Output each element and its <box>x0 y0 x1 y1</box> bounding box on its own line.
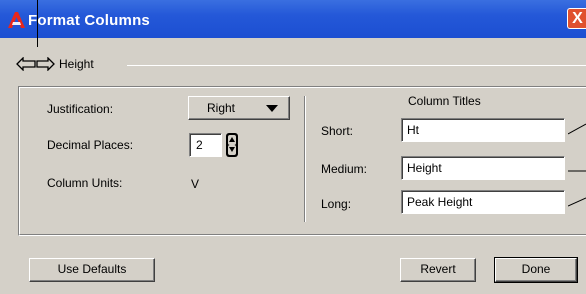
spin-up-icon[interactable] <box>228 135 236 145</box>
short-title-label: Short: <box>321 124 354 138</box>
close-button[interactable]: X <box>567 8 586 29</box>
title-connector-lines <box>568 123 586 207</box>
revert-button[interactable]: Revert <box>400 258 476 282</box>
use-defaults-button[interactable]: Use Defaults <box>29 258 155 282</box>
medium-title-label: Medium: <box>321 162 368 176</box>
done-button[interactable]: Done <box>494 257 578 283</box>
autocad-logo-icon <box>8 12 25 28</box>
header-divider <box>127 65 586 66</box>
dropdown-arrow-icon[interactable] <box>266 105 278 112</box>
justification-value: Right <box>207 101 236 115</box>
justification-label: Justification: <box>47 102 114 116</box>
column-units-label: Column Units: <box>47 176 123 190</box>
decimal-places-input[interactable]: 2 <box>189 133 222 157</box>
decimal-places-label: Decimal Places: <box>47 138 134 152</box>
spin-down-icon[interactable] <box>228 145 236 155</box>
column-titles-heading: Column Titles <box>408 94 481 108</box>
column-units-value: V <box>191 177 200 191</box>
column-name: Height <box>59 57 94 71</box>
medium-title-input[interactable]: Height <box>401 156 565 180</box>
panel-divider <box>304 96 306 222</box>
short-title-input[interactable]: Ht <box>401 118 565 142</box>
column-nav-arrows-icon[interactable] <box>16 57 56 71</box>
window-title: Format Columns <box>28 12 150 29</box>
long-title-input[interactable]: Peak Height <box>401 190 565 214</box>
decimal-places-spinner[interactable] <box>226 133 238 157</box>
title-bar[interactable]: Format Columns X <box>0 0 586 38</box>
long-title-label: Long: <box>321 197 352 211</box>
text-cursor <box>37 0 38 47</box>
justification-dropdown[interactable]: Right <box>188 96 290 120</box>
